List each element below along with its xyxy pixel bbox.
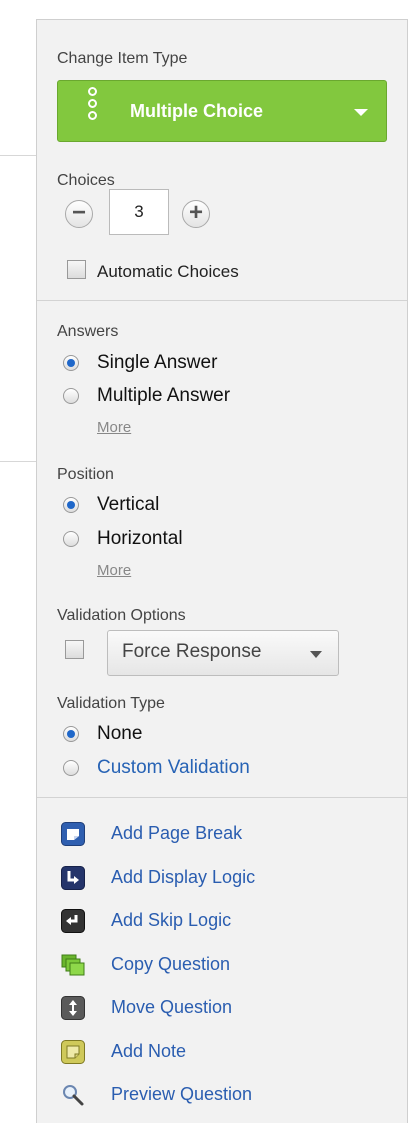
answers-more-link[interactable]: More (97, 419, 131, 436)
action-label: Preview Question (111, 1084, 253, 1104)
automatic-choices-label: Automatic Choices (97, 262, 239, 281)
radio-selected-icon (63, 355, 79, 371)
move-icon (61, 996, 85, 1020)
radio-label: Horizontal (97, 528, 183, 549)
divider (37, 797, 407, 798)
radio-label: None (97, 723, 143, 744)
position-heading: Position (57, 466, 114, 483)
multiple-choice-icon (88, 85, 102, 123)
action-label: Copy Question (111, 954, 231, 974)
question-options-panel: Change Item Type Multiple Choice Choices… (36, 19, 408, 1123)
skip-logic-icon (61, 909, 85, 933)
action-label: Add Note (111, 1041, 187, 1061)
automatic-choices-checkbox[interactable] (67, 260, 86, 279)
choices-heading: Choices (57, 172, 115, 189)
radio-icon (63, 388, 79, 404)
change-item-type-heading: Change Item Type (57, 50, 188, 67)
radio-selected-icon (63, 726, 79, 742)
decrease-choices-button[interactable]: − (65, 200, 93, 228)
radio-icon (63, 760, 79, 776)
radio-label: Single Answer (97, 352, 218, 373)
validation-options-heading: Validation Options (57, 607, 186, 624)
action-label: Add Display Logic (111, 867, 256, 887)
chevron-down-icon (354, 109, 368, 116)
action-label: Move Question (111, 997, 233, 1017)
choices-count-input[interactable]: 3 (109, 189, 169, 235)
increase-choices-button[interactable]: + (182, 200, 210, 228)
chevron-down-icon (310, 651, 322, 658)
action-label: Add Page Break (111, 823, 243, 843)
divider (37, 300, 407, 301)
note-icon (61, 1040, 85, 1064)
item-type-value: Multiple Choice (130, 101, 264, 121)
radio-selected-icon (63, 497, 79, 513)
answers-heading: Answers (57, 323, 119, 340)
validation-option-value: Force Response (122, 641, 262, 662)
radio-label: Custom Validation (97, 757, 250, 778)
magnifier-icon (61, 1083, 85, 1107)
adjacent-panel-edge (0, 155, 36, 462)
item-type-dropdown[interactable]: Multiple Choice (57, 80, 387, 142)
validation-options-dropdown[interactable]: Force Response (107, 630, 339, 676)
display-logic-icon (61, 866, 85, 890)
validation-type-heading: Validation Type (57, 695, 165, 712)
force-response-checkbox[interactable] (65, 640, 84, 659)
action-label: Add Skip Logic (111, 910, 232, 930)
copy-icon (61, 953, 85, 977)
radio-icon (63, 531, 79, 547)
page-break-icon (61, 822, 85, 846)
radio-label: Vertical (97, 494, 160, 515)
radio-label: Multiple Answer (97, 385, 231, 406)
position-more-link[interactable]: More (97, 562, 131, 579)
